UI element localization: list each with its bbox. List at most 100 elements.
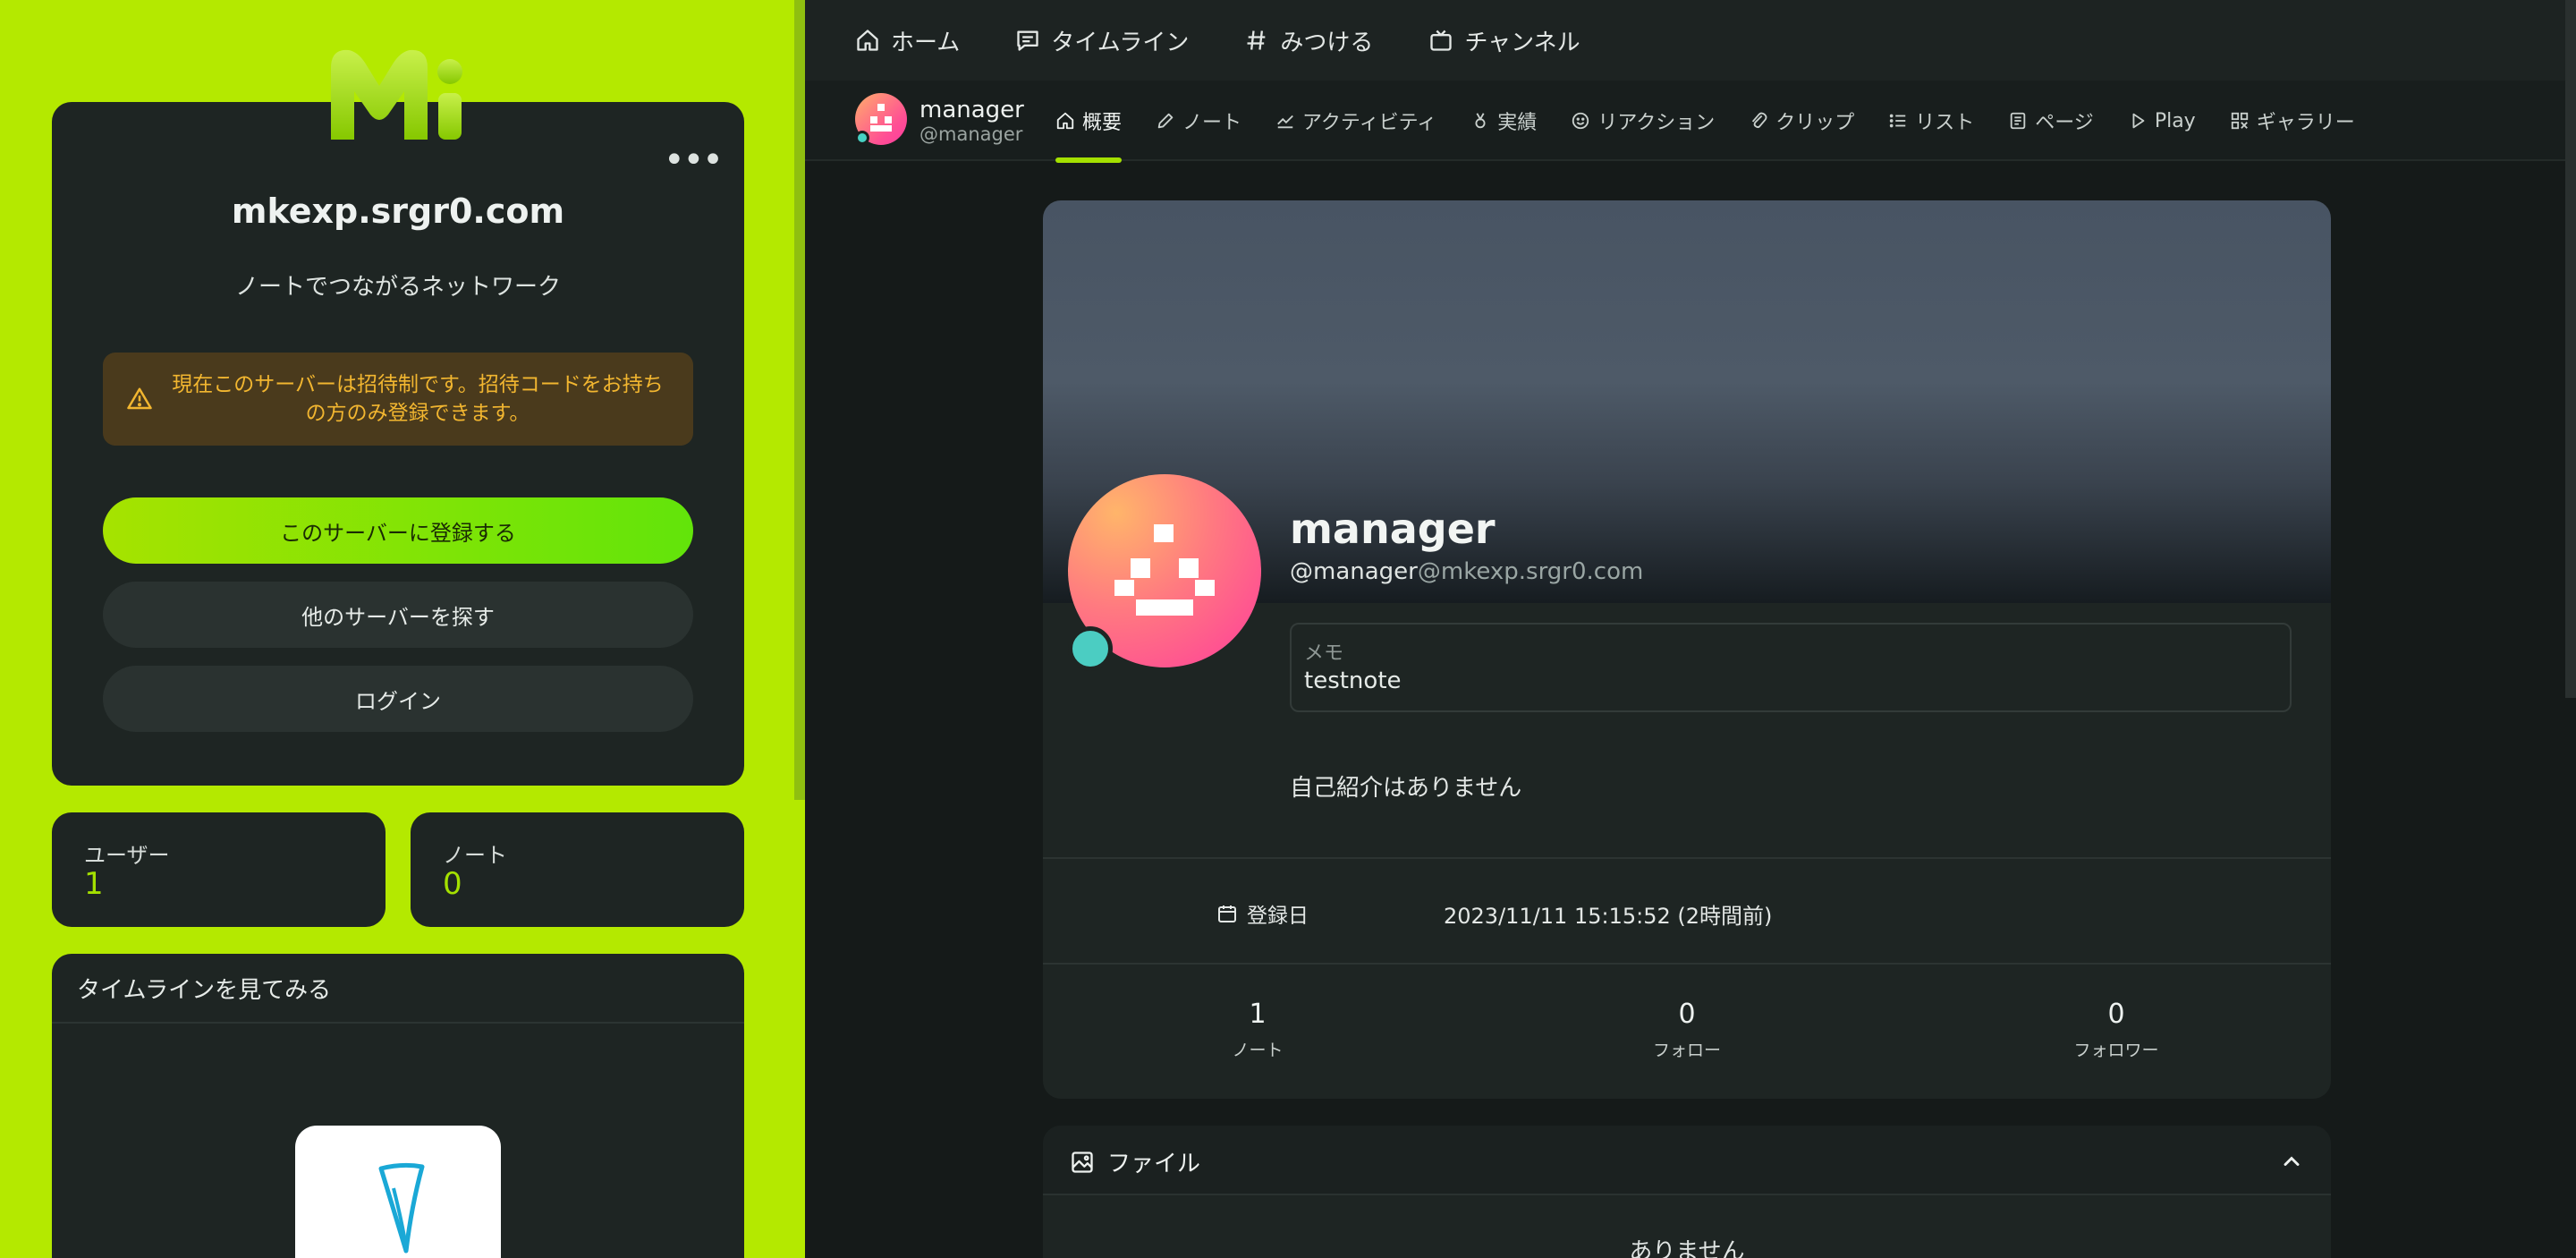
app-main: ホーム タイムライン みつける チャンネル manager @manager 概… bbox=[805, 0, 2576, 1258]
profile-counts: 1 ノート 0 フォロー 0 フォロワー bbox=[1043, 999, 2331, 1061]
memo-text: testnote bbox=[1304, 667, 1402, 694]
left-scrollbar[interactable] bbox=[794, 0, 805, 800]
nav-channel[interactable]: チャンネル bbox=[1428, 24, 1580, 57]
tab-reactions[interactable]: リアクション bbox=[1571, 81, 1715, 161]
profile-card: manager @manager@mkexp.srgr0.com メモ test… bbox=[1043, 200, 2331, 1099]
handle-host: @mkexp.srgr0.com bbox=[1417, 558, 1644, 585]
tab-pages[interactable]: ページ bbox=[2008, 81, 2094, 161]
instance-card: ••• mkexp.srgr0.com ノートでつながるネットワーク 現在このサ… bbox=[52, 102, 744, 786]
nav-channel-label: チャンネル bbox=[1464, 29, 1580, 56]
invite-only-notice: 現在このサーバーは招待制です。招待コードをお持ちの方のみ登録できます。 bbox=[103, 353, 693, 446]
home-icon bbox=[857, 30, 878, 51]
hashtag-icon bbox=[1247, 30, 1266, 50]
signup-button[interactable]: このサーバーに登録する bbox=[103, 497, 693, 564]
files-section: ファイル ありません bbox=[1043, 1126, 2331, 1258]
nav-timeline-label: タイムライン bbox=[1051, 29, 1190, 56]
pencil-icon bbox=[1157, 113, 1174, 129]
notes-stat-card: ノート 0 bbox=[411, 812, 744, 927]
notes-stat-value: 0 bbox=[443, 866, 462, 902]
files-title-text: ファイル bbox=[1107, 1151, 1201, 1177]
tab-clips[interactable]: クリップ bbox=[1749, 81, 1854, 161]
misskey-logo bbox=[331, 49, 462, 140]
following-count[interactable]: 0 フォロー bbox=[1472, 999, 1902, 1061]
server-tagline: ノートでつながるネットワーク bbox=[234, 274, 561, 301]
tab-overview[interactable]: 概要 bbox=[1055, 81, 1123, 163]
chevron-up-icon[interactable] bbox=[2279, 1149, 2304, 1174]
page-icon bbox=[2011, 112, 2026, 130]
joined-label: 登録日 bbox=[1216, 898, 1309, 929]
top-navigation: ホーム タイムライン みつける チャンネル bbox=[805, 0, 2565, 81]
tab-gallery[interactable]: ギャラリー bbox=[2230, 81, 2355, 161]
profile-subnav: manager @manager 概要 ノート アクティビティ 実績 リアクショ… bbox=[805, 81, 2565, 163]
subnav-user[interactable]: manager @manager bbox=[855, 93, 1025, 149]
home-icon bbox=[1056, 112, 1074, 130]
tv-icon bbox=[1430, 30, 1453, 51]
image-icon bbox=[1072, 1151, 1093, 1173]
tab-reactions-label: リアクション bbox=[1597, 112, 1716, 134]
paperclip-icon bbox=[1752, 112, 1767, 129]
list-icon bbox=[1890, 114, 1906, 128]
online-indicator bbox=[1068, 626, 1113, 671]
subnav-user-handle: @manager bbox=[919, 123, 1023, 145]
joined-value: 2023/11/11 15:15:52 (2時間前) bbox=[1444, 904, 1773, 929]
avatar bbox=[855, 93, 907, 145]
calendar-icon bbox=[1218, 905, 1236, 922]
sketch-image bbox=[378, 1162, 425, 1254]
tab-play[interactable]: Play bbox=[2128, 81, 2196, 161]
notice-text: 現在このサーバーは招待制です。招待コードをお持ちの方のみ登録できます。 bbox=[172, 373, 664, 425]
timeline-preview-card[interactable]: タイムラインを見てみる bbox=[52, 954, 744, 1258]
smile-icon bbox=[1572, 112, 1589, 130]
tab-notes[interactable]: ノート bbox=[1156, 81, 1241, 161]
subnav-user-name: manager bbox=[919, 97, 1024, 123]
tab-achievements[interactable]: 実績 bbox=[1470, 81, 1537, 161]
nav-home-label: ホーム bbox=[891, 29, 961, 56]
handle-user: @manager bbox=[1290, 558, 1418, 585]
following-count-value: 0 bbox=[1678, 999, 1696, 1030]
notes-stat-label: ノート bbox=[443, 843, 507, 868]
tab-activity[interactable]: アクティビティ bbox=[1275, 81, 1436, 161]
notes-count-value: 1 bbox=[1249, 999, 1267, 1030]
notes-count-label: ノート bbox=[1232, 1041, 1284, 1060]
tab-notes-label: ノート bbox=[1182, 112, 1242, 134]
tab-overview-label: 概要 bbox=[1082, 112, 1123, 134]
memo-field[interactable]: メモ testnote bbox=[1290, 623, 2292, 712]
login-button[interactable]: ログイン bbox=[103, 666, 693, 732]
main-scrollbar[interactable] bbox=[2565, 0, 2576, 698]
gallery-icon bbox=[2231, 112, 2248, 130]
tab-pages-label: ページ bbox=[2035, 112, 2094, 134]
following-count-label: フォロー bbox=[1652, 1041, 1721, 1060]
tab-achievements-label: 実績 bbox=[1497, 112, 1538, 134]
profile-bio: 自己紹介はありません bbox=[1290, 775, 1522, 802]
more-options-button[interactable]: ••• bbox=[664, 142, 724, 186]
nav-home[interactable]: ホーム bbox=[855, 24, 960, 57]
divider bbox=[1043, 857, 2331, 859]
joined-label-text: 登録日 bbox=[1247, 905, 1309, 928]
users-stat-card: ユーザー 1 bbox=[52, 812, 386, 927]
notes-count[interactable]: 1 ノート bbox=[1043, 999, 1472, 1061]
followers-count-label: フォロワー bbox=[2073, 1041, 2159, 1060]
files-header[interactable]: ファイル bbox=[1043, 1126, 2331, 1195]
tab-lists[interactable]: リスト bbox=[1888, 81, 1974, 161]
nav-timeline[interactable]: タイムライン bbox=[1015, 24, 1189, 57]
profile-handle: @manager@mkexp.srgr0.com bbox=[1290, 558, 1643, 585]
memo-label: メモ bbox=[1304, 642, 1344, 665]
warning-icon bbox=[127, 387, 152, 410]
tab-clips-label: クリップ bbox=[1775, 112, 1855, 134]
profile-tabs: 概要 ノート アクティビティ 実績 リアクション クリップ リスト ページ Pl… bbox=[1055, 81, 2355, 163]
instance-panel: ••• mkexp.srgr0.com ノートでつながるネットワーク 現在このサ… bbox=[0, 0, 805, 1258]
tab-lists-label: リスト bbox=[1915, 112, 1975, 134]
files-empty-text: ありません bbox=[1629, 1238, 1745, 1258]
online-indicator bbox=[855, 131, 869, 145]
users-stat-label: ユーザー bbox=[84, 843, 170, 868]
chart-line-icon bbox=[1277, 115, 1293, 129]
followers-count[interactable]: 0 フォロワー bbox=[1902, 999, 2331, 1061]
medal-icon bbox=[1475, 113, 1486, 129]
nav-explore[interactable]: みつける bbox=[1244, 24, 1373, 57]
divider bbox=[1043, 963, 2331, 965]
divider bbox=[52, 1022, 744, 1024]
play-icon bbox=[2132, 113, 2145, 129]
explore-servers-button[interactable]: 他のサーバーを探す bbox=[103, 582, 693, 648]
message-icon bbox=[1017, 30, 1038, 51]
tab-gallery-label: ギャラリー bbox=[2256, 112, 2355, 134]
files-title: ファイル bbox=[1070, 1145, 1200, 1178]
